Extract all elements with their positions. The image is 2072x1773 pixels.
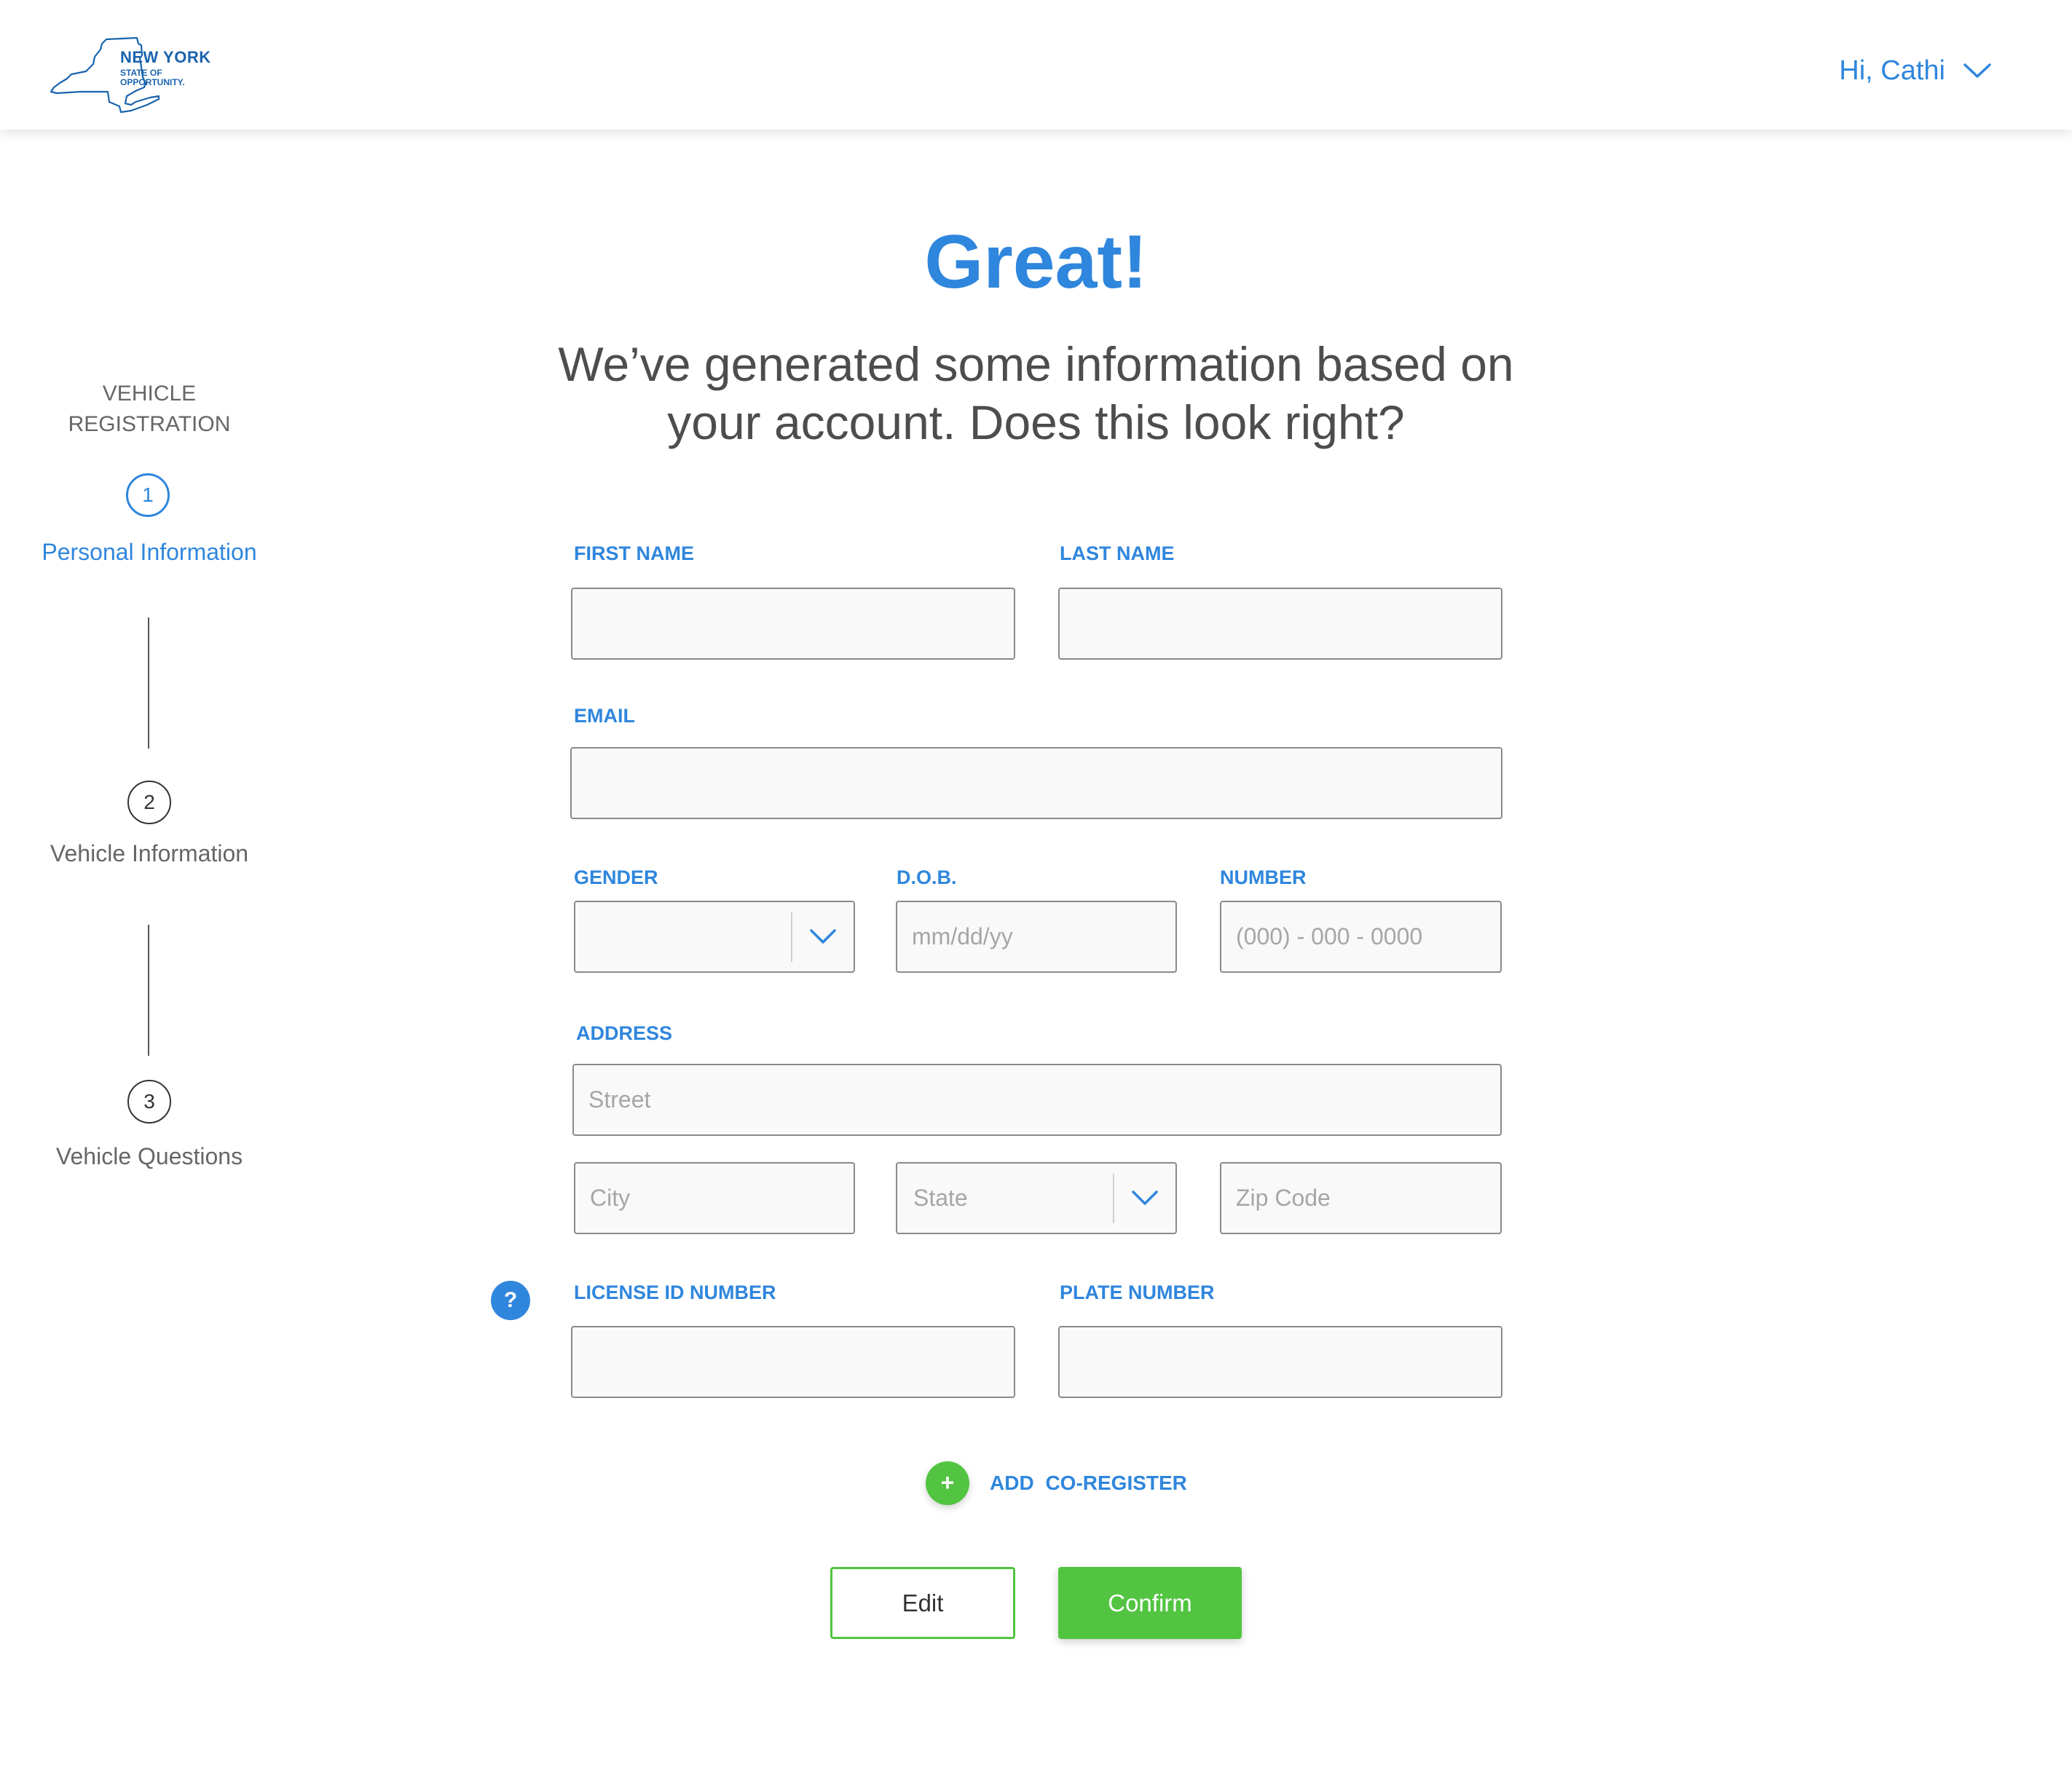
plate-number-label: PLATE NUMBER — [1060, 1282, 1215, 1303]
first-name-input[interactable] — [571, 588, 1015, 660]
gender-select[interactable] — [574, 901, 855, 973]
step-1-label[interactable]: Personal Information — [40, 537, 259, 566]
add-coregister-button[interactable]: + ADD CO-REGISTER — [926, 1461, 1187, 1505]
address-label: ADDRESS — [576, 1022, 673, 1044]
select-divider — [1113, 1174, 1114, 1223]
state-select[interactable]: State — [896, 1162, 1177, 1234]
street-input[interactable] — [572, 1064, 1502, 1136]
last-name-input[interactable] — [1058, 588, 1502, 660]
step-2-circle[interactable]: 2 — [127, 781, 171, 824]
chevron-down-icon — [1963, 63, 1991, 78]
user-menu[interactable]: Hi, Cathi — [1839, 52, 1992, 89]
help-icon[interactable]: ? — [491, 1281, 530, 1320]
license-id-input[interactable] — [571, 1326, 1015, 1398]
first-name-label: FIRST NAME — [574, 542, 694, 564]
page-subtitle: We’ve generated some information based o… — [558, 337, 1514, 449]
step-connector — [148, 617, 149, 749]
add-coregister-label: ADD CO-REGISTER — [990, 1472, 1187, 1494]
plus-icon: + — [926, 1461, 969, 1505]
state-select-value: State — [913, 1185, 968, 1211]
logo-text-opportunity: OPPORTUNITY. — [120, 77, 185, 87]
page-title: Great! — [924, 220, 1148, 304]
number-label: NUMBER — [1220, 866, 1307, 888]
edit-button[interactable]: Edit — [830, 1567, 1015, 1639]
last-name-label: LAST NAME — [1060, 542, 1175, 564]
stepper-title: VEHICLE REGISTRATION — [68, 382, 231, 436]
email-input[interactable] — [570, 747, 1502, 819]
email-label: EMAIL — [574, 705, 635, 727]
phone-number-input[interactable] — [1220, 901, 1502, 973]
step-1-circle[interactable]: 1 — [126, 473, 170, 517]
license-id-label: LICENSE ID NUMBER — [574, 1282, 776, 1303]
confirm-button[interactable]: Confirm — [1058, 1567, 1242, 1639]
step-3-label[interactable]: Vehicle Questions — [40, 1142, 259, 1171]
plate-number-input[interactable] — [1058, 1326, 1502, 1398]
dob-input[interactable] — [896, 901, 1177, 973]
user-greeting: Hi, Cathi — [1839, 55, 1945, 86]
top-header: NEW YORK STATE OF OPPORTUNITY. Hi, Cathi — [0, 0, 2072, 130]
logo-text-new-york: NEW YORK — [120, 48, 211, 66]
dob-label: D.O.B. — [897, 866, 957, 888]
select-divider — [791, 912, 792, 962]
chevron-down-icon — [1132, 1190, 1158, 1205]
step-2-label[interactable]: Vehicle Information — [40, 839, 259, 868]
zip-code-input[interactable] — [1220, 1162, 1502, 1234]
chevron-down-icon — [810, 929, 836, 944]
city-input[interactable] — [574, 1162, 855, 1234]
step-connector — [148, 925, 149, 1056]
step-3-circle[interactable]: 3 — [127, 1080, 171, 1124]
ny-state-logo[interactable]: NEW YORK STATE OF OPPORTUNITY. — [50, 36, 224, 114]
gender-label: GENDER — [574, 866, 658, 888]
logo-text-state-of: STATE OF — [120, 68, 162, 78]
